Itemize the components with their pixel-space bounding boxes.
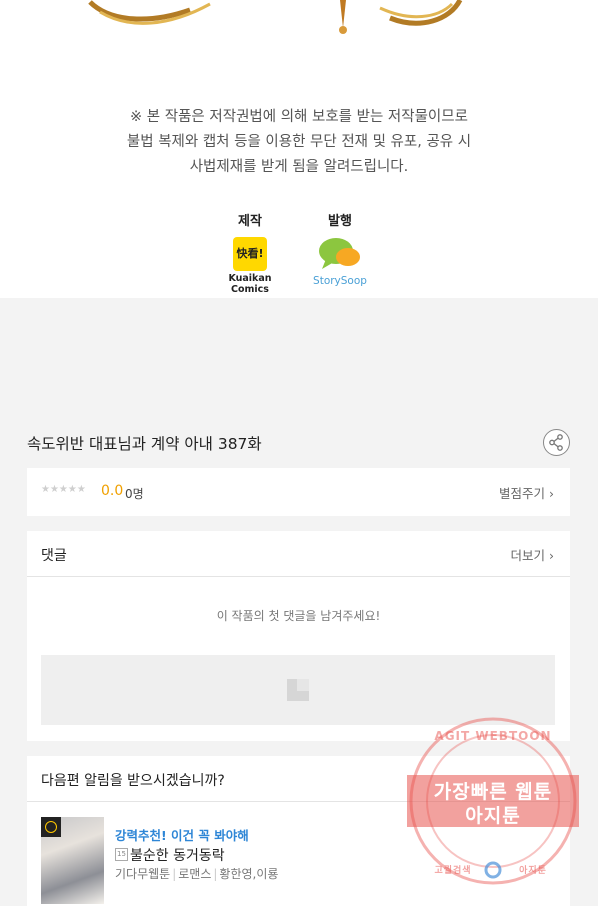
- divider: [27, 801, 570, 802]
- share-icon: [549, 434, 563, 451]
- production-credit: 제작 快看! Kuaikan Comics: [214, 210, 286, 295]
- title-ornament: [88, 0, 463, 34]
- rating-score: 0.0: [101, 483, 124, 499]
- episode-title: 속도위반 대표님과 계약 아내 387화: [27, 435, 262, 453]
- rating-stars: ★★★★★: [41, 484, 86, 495]
- comments-empty-message: 이 작품의 첫 댓글을 남겨주세요!: [216, 609, 381, 623]
- separator: |: [172, 867, 177, 881]
- recommended-meta: 기다무웹툰 | 로맨스 | 황한영,이룡: [115, 865, 278, 882]
- notice-line: 사법제재를 받게 됨을 알려드립니다.: [189, 159, 409, 175]
- next-episode-heading: 다음편 알림을 받으시겠습니까?: [41, 773, 225, 789]
- comment-card: 댓글 더보기 › 이 작품의 첫 댓글을 남겨주세요!: [27, 531, 570, 741]
- age-badge: 15: [115, 848, 128, 861]
- tag-type: 기다무웹툰: [115, 867, 171, 881]
- comment-input[interactable]: [41, 655, 555, 725]
- clock-icon: [45, 821, 57, 833]
- divider: [27, 576, 570, 577]
- publisher-label: 발행: [328, 214, 352, 229]
- production-label: 제작: [238, 214, 262, 229]
- publisher-credit: 발행 StorySoop: [308, 210, 372, 287]
- recommend-label: 강력추천! 이건 꼭 봐야해: [115, 828, 249, 843]
- copyright-section: ※ 본 작품은 저작권법에 의해 보호를 받는 저작물이므로 불법 복제와 캡처…: [0, 0, 598, 298]
- share-button[interactable]: [543, 429, 570, 456]
- rate-button[interactable]: 별점주기 ›: [499, 483, 554, 502]
- tag-authors: 황한영,이룡: [219, 867, 279, 881]
- recommended-title[interactable]: 불순한 동거동락: [130, 845, 225, 865]
- next-episode-card: 다음편 알림을 받으시겠습니까? 강력추천! 이건 꼭 봐야해 15 불순한 동…: [27, 756, 570, 906]
- notice-line: ※ 본 작품은 저작권법에 의해 보호를 받는 저작물이므로: [130, 109, 468, 125]
- rating-count: 0명: [125, 487, 144, 501]
- tag-genre: 로맨스: [178, 867, 212, 881]
- clock-badge: [41, 817, 61, 837]
- credits: 제작 快看! Kuaikan Comics 발행 StorySoop: [0, 210, 598, 295]
- recommended-thumbnail[interactable]: [41, 817, 104, 904]
- copyright-notice: ※ 본 작품은 저작권법에 의해 보호를 받는 저작물이므로 불법 복제와 캡처…: [0, 105, 598, 180]
- publisher-name: StorySoop: [313, 275, 367, 287]
- storysoop-logo: [319, 238, 360, 269]
- image-placeholder-icon: [287, 679, 309, 701]
- kuaikan-logo: 快看!: [233, 237, 267, 271]
- separator: |: [213, 867, 218, 881]
- rating-card: ★★★★★ 0.0 0명 별점주기 ›: [27, 468, 570, 516]
- comments-more-button[interactable]: 더보기 ›: [511, 545, 554, 564]
- notice-line: 불법 복제와 캡처 등을 이용한 무단 전재 및 유포, 공유 시: [126, 134, 472, 150]
- comments-heading: 댓글: [41, 548, 67, 564]
- production-name: Kuaikan Comics: [228, 273, 272, 295]
